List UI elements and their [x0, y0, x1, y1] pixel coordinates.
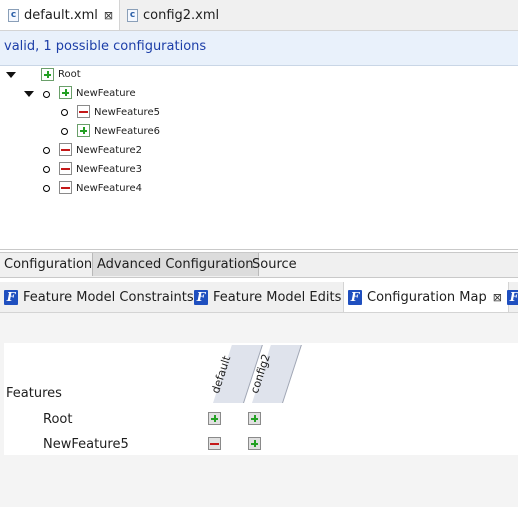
tree-item-newfeature3[interactable]: NewFeature3 [76, 164, 142, 175]
map-cell-newfeature5-config2[interactable] [248, 437, 261, 450]
tab-advanced-configuration[interactable]: Advanced Configuration [92, 253, 259, 276]
close-icon[interactable]: ⊠ [493, 291, 502, 304]
map-cell-newfeature5-default[interactable] [208, 437, 221, 450]
tree-item-newfeature5[interactable]: NewFeature5 [94, 107, 160, 118]
expand-triangle-icon[interactable] [24, 91, 34, 97]
tab-feature-model-edits[interactable]: F Feature Model Edits [194, 282, 341, 312]
map-row-label-newfeature5: NewFeature5 [43, 437, 129, 452]
column-header-config2[interactable]: config2 [248, 345, 302, 403]
feature-model-icon: F [507, 289, 518, 305]
selected-checkbox[interactable] [41, 68, 54, 81]
deselected-checkbox[interactable] [77, 105, 90, 118]
selected-checkbox[interactable] [77, 124, 90, 137]
feature-model-icon: F [4, 289, 18, 305]
xml-file-icon: c [127, 8, 138, 22]
feature-model-icon: F [194, 289, 208, 305]
features-header: Features [6, 386, 62, 401]
optional-circle-icon [43, 185, 50, 192]
overflow-view-tab[interactable]: F [507, 282, 518, 312]
editor-tab-bar: c default.xml ⊠ c config2.xml [0, 0, 518, 31]
optional-circle-icon [61, 109, 68, 116]
column-header-default[interactable]: default [209, 345, 263, 403]
tab-source[interactable]: Source [248, 253, 301, 276]
tab-label: config2.xml [143, 7, 220, 23]
view-tab-bar: F Feature Model Constraints F Feature Mo… [0, 282, 518, 313]
validation-status-text: valid, 1 possible configurations [4, 39, 207, 54]
deselected-checkbox[interactable] [59, 162, 72, 175]
map-cell-root-default[interactable] [208, 412, 221, 425]
optional-circle-icon [61, 128, 68, 135]
optional-circle-icon [43, 166, 50, 173]
expand-triangle-icon[interactable] [6, 72, 16, 78]
xml-file-icon: c [8, 8, 19, 22]
optional-circle-icon [43, 147, 50, 154]
tab-default-xml[interactable]: c default.xml ⊠ [0, 0, 120, 30]
tab-label: Feature Model Edits [213, 289, 342, 305]
deselected-checkbox[interactable] [59, 143, 72, 156]
tab-feature-model-constraints[interactable]: F Feature Model Constraints [4, 282, 194, 312]
close-icon[interactable]: ⊠ [104, 9, 113, 22]
optional-circle-icon [43, 91, 50, 98]
tab-label: default.xml [24, 7, 98, 23]
editor-page-tabs: Configuration Advanced Configuration Sou… [0, 252, 518, 278]
tree-item-newfeature2[interactable]: NewFeature2 [76, 145, 142, 156]
tab-label: Feature Model Constraints [23, 289, 194, 305]
tab-configuration[interactable]: Configuration [0, 253, 96, 276]
feature-model-icon: F [348, 289, 362, 305]
map-row-label-root: Root [43, 412, 73, 427]
tab-configuration-map[interactable]: F Configuration Map ⊠ [343, 282, 509, 312]
tree-item-newfeature6[interactable]: NewFeature6 [94, 126, 160, 137]
deselected-checkbox[interactable] [59, 181, 72, 194]
tab-config2-xml[interactable]: c config2.xml [121, 0, 231, 30]
map-cell-root-config2[interactable] [248, 412, 261, 425]
validation-status-bar: valid, 1 possible configurations [0, 31, 518, 66]
tree-item-root[interactable]: Root [58, 69, 81, 80]
tree-item-newfeature4[interactable]: NewFeature4 [76, 183, 142, 194]
tab-label: Configuration Map [367, 289, 487, 305]
selected-checkbox[interactable] [59, 86, 72, 99]
tree-item-newfeature[interactable]: NewFeature [76, 88, 136, 99]
feature-tree: Root NewFeature NewFeature5 NewFeature6 … [0, 66, 518, 250]
